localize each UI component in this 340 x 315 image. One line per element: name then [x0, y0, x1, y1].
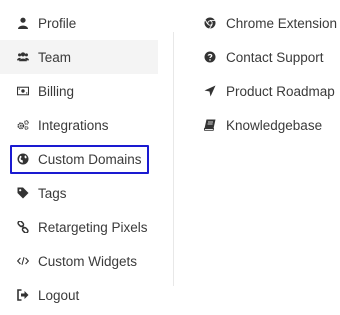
menu-item-label: Knowledgebase	[226, 117, 323, 133]
menu-item-product-roadmap[interactable]: Product Roadmap	[193, 74, 340, 108]
menu-item-tags[interactable]: Tags	[0, 176, 160, 210]
menu-item-contact-support[interactable]: Contact Support	[193, 40, 340, 74]
tag-icon	[16, 186, 30, 200]
menu-item-team[interactable]: Team	[0, 40, 158, 74]
menu-item-label: Team	[38, 49, 72, 65]
user-icon	[16, 16, 30, 30]
sign-out-icon	[16, 288, 30, 302]
menu-item-integrations[interactable]: Integrations	[0, 108, 160, 142]
menu-item-label: Custom Domains	[38, 151, 142, 167]
menu-item-label: Integrations	[38, 117, 109, 133]
menu-item-custom-widgets[interactable]: Custom Widgets	[0, 244, 160, 278]
resources-menu-column: Chrome Extension Contact Support Product…	[193, 6, 340, 142]
link-icon	[16, 220, 30, 234]
menu-item-label: Custom Widgets	[38, 253, 138, 269]
menu-item-billing[interactable]: Billing	[0, 74, 160, 108]
account-menu-column: Profile Team Billing Integrations Custom	[0, 6, 160, 312]
menu-item-label: Tags	[38, 185, 67, 201]
column-divider	[173, 32, 174, 286]
menu-item-custom-domains[interactable]: Custom Domains	[0, 142, 160, 176]
menu-item-label: Retargeting Pixels	[38, 219, 148, 235]
cogs-icon	[16, 118, 30, 132]
chrome-icon	[203, 16, 217, 30]
users-icon	[16, 50, 30, 64]
menu-item-logout[interactable]: Logout	[0, 278, 160, 312]
menu-item-label: Billing	[38, 83, 75, 99]
menu-item-label: Logout	[38, 287, 80, 303]
account-dropdown-menu: Profile Team Billing Integrations Custom	[0, 0, 340, 315]
money-bill-icon	[16, 84, 30, 98]
globe-icon	[16, 152, 30, 166]
question-circle-icon	[203, 50, 217, 64]
code-icon	[16, 254, 30, 268]
menu-item-chrome-extension[interactable]: Chrome Extension	[193, 6, 340, 40]
menu-item-label: Product Roadmap	[226, 83, 335, 99]
menu-item-label: Profile	[38, 15, 77, 31]
menu-item-label: Contact Support	[226, 49, 324, 65]
menu-item-retargeting-pixels[interactable]: Retargeting Pixels	[0, 210, 160, 244]
menu-item-label: Chrome Extension	[226, 15, 338, 31]
location-arrow-icon	[203, 84, 217, 98]
book-icon	[203, 118, 217, 132]
menu-item-profile[interactable]: Profile	[0, 6, 160, 40]
menu-item-knowledgebase[interactable]: Knowledgebase	[193, 108, 340, 142]
